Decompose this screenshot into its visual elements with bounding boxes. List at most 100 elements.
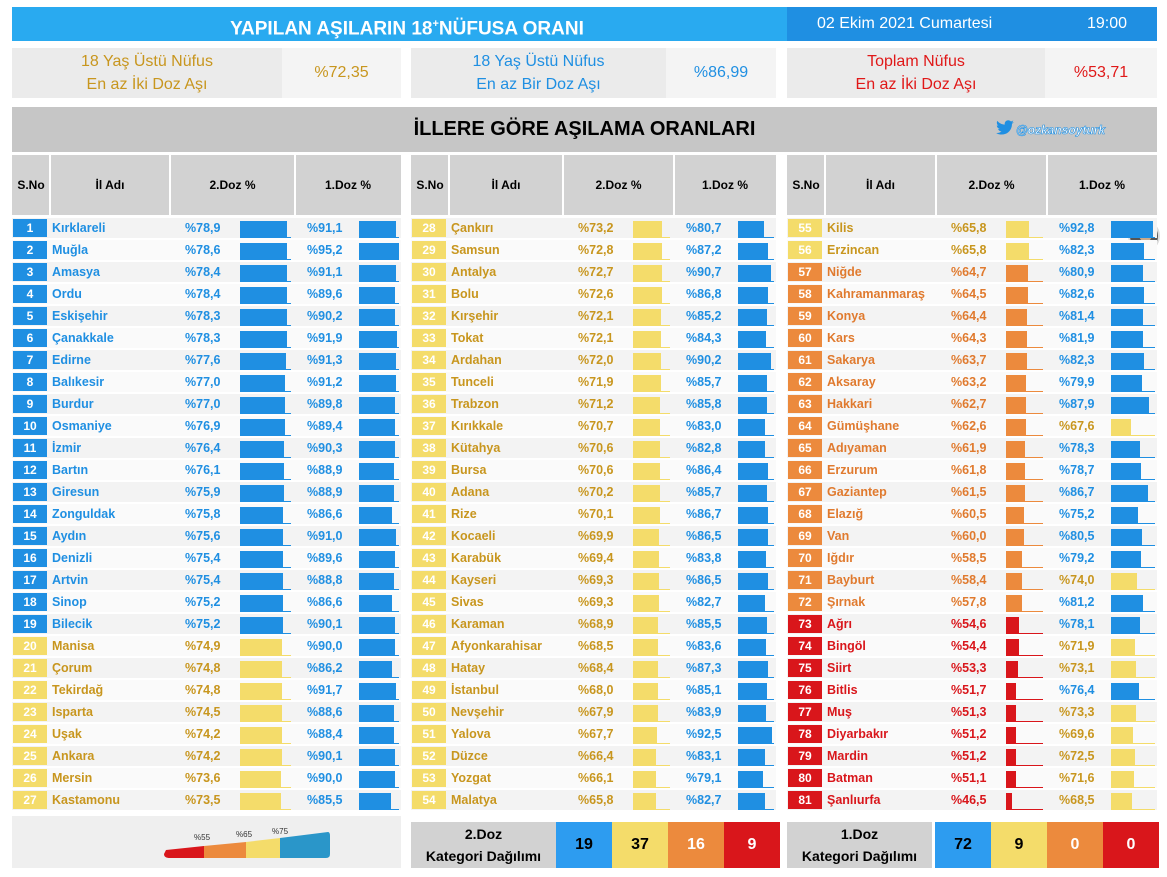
table-row: 46 Karaman %68,9 %85,5 [411,614,776,634]
dose2-bar [1006,749,1016,766]
dose1-value: %71,6 [1059,771,1095,785]
dose2-value: %74,2 [185,749,221,763]
dose2-value: %62,6 [951,419,987,433]
dose2-value: %78,6 [185,243,221,257]
row-number: 13 [13,483,47,501]
dose2-bar [1006,287,1028,304]
dose2-value: %70,6 [578,441,614,455]
summary-value: %72,35 [282,48,401,98]
province-name: Burdur [52,397,94,411]
dose1-bar [738,661,769,678]
section-header: İLLERE GÖRE AŞILAMA ORANLARI @ozkansoytu… [12,107,1160,252]
dose2-bar [1006,507,1025,524]
dose2-bar [240,551,283,568]
province-name: Gümüşhane [827,419,900,433]
province-name: Ardahan [451,353,502,367]
row-number: 59 [788,307,822,325]
dose1-value: %86,7 [686,507,722,521]
row-number: 8 [13,373,47,391]
dose1-value: %85,5 [686,617,722,631]
dose1-bar [738,243,769,260]
province-name: Batman [827,771,873,785]
row-number: 30 [412,263,446,281]
table-row: 56 Erzincan %65,8 %82,3 [787,240,1157,260]
province-name: Bilecik [52,617,93,631]
table-row: 72 Şırnak %57,8 %81,2 [787,592,1157,612]
dose1-value: %76,4 [1059,683,1095,697]
dose1-value: %87,3 [686,661,722,675]
row-number: 2 [13,241,47,259]
province-name: Tunceli [451,375,494,389]
header-name: İl Adı [95,178,125,192]
header-dose1: 1.Doz % [324,178,371,192]
dose1-value: %90,2 [686,353,722,367]
time-label: 19:00 [1086,15,1127,32]
table-row: 77 Muş %51,3 %73,3 [787,702,1157,722]
dose2-bar [240,287,287,304]
table-row: 29 Samsun %72,8 %87,2 [411,240,776,260]
dose1-bar [738,683,767,700]
dose1-value: %89,6 [307,287,343,301]
table-row: 49 İstanbul %68,0 %85,1 [411,680,776,700]
province-name: Antalya [451,265,497,279]
dose2-value: %75,2 [185,617,221,631]
dose1-value: %78,1 [1059,617,1095,631]
dose1-bar [359,507,393,524]
table-row: 37 Kırıkkale %70,7 %83,0 [411,416,776,436]
dose2-value: %62,7 [951,397,987,411]
table-row: 42 Kocaeli %69,9 %86,5 [411,526,776,546]
dose2-value: %68,4 [578,661,614,675]
dose1-value: %92,8 [1059,221,1095,235]
dose2-bar [240,507,284,524]
table-row: 81 Şanlıurfa %46,5 %68,5 [787,790,1157,810]
province-name: Aksaray [827,375,876,389]
dose1-value: %83,8 [686,551,722,565]
dose1-value: %88,9 [307,485,343,499]
dose2-value: %65,8 [578,793,614,807]
dose2-value: %69,9 [578,529,614,543]
dose2-bar [633,793,656,810]
dose2-value: %72,8 [578,243,614,257]
province-name: Aydın [52,529,87,543]
dose2-bar [633,221,663,238]
dose1-bar [359,595,393,612]
dose2-bar [240,749,282,766]
dose1-value: %85,1 [686,683,722,697]
dose1-value: %88,4 [307,727,343,741]
row-number: 34 [412,351,446,369]
table-header-1: S.No İl Adı 2.Doz % 1.Doz % [12,155,401,215]
dose1-value: %88,9 [307,463,343,477]
table-row: 53 Yozgat %66,1 %79,1 [411,768,776,788]
twitter-handle[interactable]: @ozkansoyturk [1016,118,1106,142]
dose2-bar [633,375,662,392]
dose1-bar [1111,243,1144,260]
row-number: 68 [788,505,822,523]
row-number: 33 [412,329,446,347]
row-number: 26 [13,769,47,787]
dose1-value: %68,5 [1059,793,1095,807]
dose2-value: %70,2 [578,485,614,499]
province-name: Yalova [451,727,491,741]
dose2-value: %78,3 [185,309,221,323]
dose2-bar [633,639,659,656]
summary-box-1: 18 Yaş Üstü Nüfus En az İki Doz Aşı %72,35 [12,48,401,98]
row-number: 37 [412,417,446,435]
dose1-bar [1111,375,1142,392]
dose2-bar [1006,551,1023,568]
summary-label: Toplam Nüfus En az İki Doz Aşı [855,53,977,93]
dose1-bar [738,353,771,370]
dose1-value: %83,0 [686,419,722,433]
dose1-bar [738,551,766,568]
dose2-bar [240,419,285,436]
dose2-value: %69,4 [578,551,614,565]
province-name: Çankırı [451,221,494,235]
province-name: Kastamonu [52,793,121,807]
table-row: 22 Tekirdağ %74,8 %91,7 [12,680,401,700]
dose2-bar [1006,397,1026,414]
dose2-bar [633,683,658,700]
table-row: 44 Kayseri %69,3 %86,5 [411,570,776,590]
row-number: 74 [788,637,822,655]
dose1-value: %82,7 [686,595,722,609]
dose2-bar [1006,727,1016,744]
dose1-bar [738,375,768,392]
